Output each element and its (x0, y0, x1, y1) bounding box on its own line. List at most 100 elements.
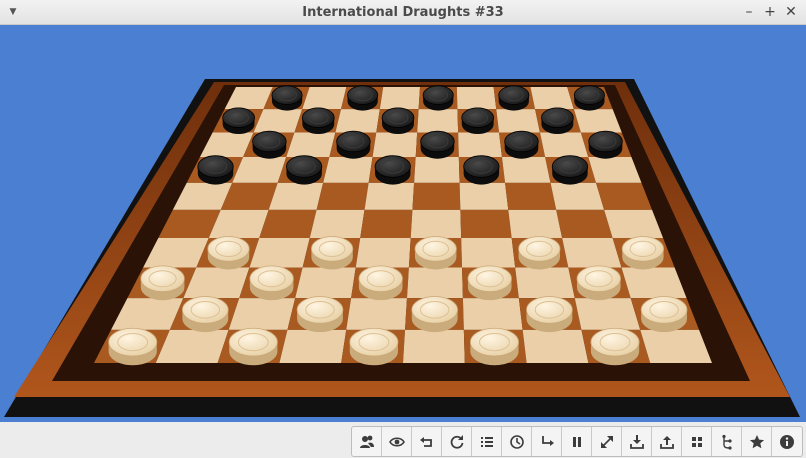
restart-button[interactable] (442, 427, 472, 456)
black-piece (374, 155, 411, 178)
white-piece (140, 265, 185, 293)
white-piece (414, 236, 457, 262)
black-piece (252, 130, 287, 153)
square-8-4[interactable] (346, 298, 407, 330)
info-button[interactable] (772, 427, 802, 456)
black-piece (301, 107, 335, 128)
clock-button[interactable] (502, 427, 532, 456)
board-button[interactable] (682, 427, 712, 456)
players-button[interactable] (352, 427, 382, 456)
square-4-7[interactable] (505, 182, 557, 210)
white-piece (526, 296, 573, 324)
square-1-3[interactable] (335, 109, 380, 133)
square-5-6[interactable] (460, 209, 512, 239)
undo-button[interactable] (412, 427, 442, 456)
black-piece (541, 107, 574, 128)
white-piece (469, 327, 519, 357)
board-icon (691, 436, 702, 447)
square-4-5[interactable] (412, 182, 461, 210)
minimize-icon[interactable]: – (740, 3, 758, 21)
square-4-3[interactable] (316, 182, 369, 210)
square-7-5[interactable] (406, 267, 463, 299)
square-5-3[interactable] (309, 209, 365, 239)
square-4-8[interactable] (550, 182, 605, 210)
black-piece (336, 130, 371, 153)
square-9-7[interactable] (522, 329, 589, 363)
square-5-5[interactable] (410, 209, 462, 239)
export-button[interactable] (652, 427, 682, 456)
players-icon (359, 435, 374, 448)
square-0-8[interactable] (530, 87, 574, 110)
move-list-icon (480, 436, 493, 447)
clock-icon (509, 434, 524, 449)
pause-icon (572, 436, 581, 447)
white-piece (358, 265, 403, 293)
square-5-8[interactable] (556, 209, 613, 239)
black-piece (197, 155, 234, 178)
white-piece (518, 236, 561, 262)
fullscreen-button[interactable] (592, 427, 622, 456)
square-8-6[interactable] (462, 298, 523, 330)
square-5-7[interactable] (508, 209, 563, 239)
square-7-7[interactable] (515, 267, 575, 299)
black-piece (347, 85, 379, 105)
black-piece (381, 107, 415, 128)
import-icon (629, 434, 644, 449)
square-2-6[interactable] (458, 132, 502, 158)
maximize-icon[interactable]: + (761, 3, 779, 21)
tree-button[interactable] (712, 427, 742, 456)
square-7-3[interactable] (295, 267, 356, 299)
square-9-3[interactable] (279, 329, 347, 363)
square-4-2[interactable] (268, 182, 324, 210)
draughts-board[interactable] (0, 25, 806, 422)
undo-icon (419, 436, 432, 447)
import-button[interactable] (622, 427, 652, 456)
square-1-5[interactable] (417, 109, 459, 133)
redo-icon (541, 435, 554, 446)
black-piece (551, 155, 589, 178)
pause-button[interactable] (562, 427, 592, 456)
move-list-button[interactable] (472, 427, 502, 456)
square-0-2[interactable] (302, 87, 347, 110)
info-icon (780, 434, 794, 449)
square-3-5[interactable] (414, 157, 460, 183)
black-piece (422, 85, 454, 105)
tree-icon (721, 434, 732, 450)
square-6-6[interactable] (461, 238, 516, 268)
square-2-2[interactable] (286, 132, 336, 158)
square-0-6[interactable] (456, 87, 497, 110)
game-scene[interactable] (0, 25, 806, 422)
black-piece (420, 130, 455, 153)
square-6-8[interactable] (562, 238, 622, 268)
redo-button[interactable] (532, 427, 562, 456)
square-5-2[interactable] (259, 209, 317, 239)
black-piece (504, 130, 539, 153)
favorite-button[interactable] (742, 427, 772, 456)
square-9-5[interactable] (403, 329, 465, 363)
close-icon[interactable]: ✕ (782, 3, 800, 21)
square-8-8[interactable] (574, 298, 641, 330)
square-0-4[interactable] (379, 87, 420, 110)
white-piece (310, 236, 354, 262)
star-icon (749, 434, 764, 448)
white-piece (349, 327, 399, 357)
square-2-4[interactable] (372, 132, 418, 158)
square-4-4[interactable] (364, 182, 415, 210)
white-piece (296, 296, 344, 324)
square-2-8[interactable] (539, 132, 589, 158)
white-piece (181, 296, 229, 324)
white-piece (467, 265, 512, 293)
square-3-3[interactable] (323, 157, 373, 183)
black-piece (271, 85, 303, 105)
square-6-2[interactable] (249, 238, 310, 268)
white-piece (249, 265, 294, 293)
view-button[interactable] (382, 427, 412, 456)
square-8-2[interactable] (228, 298, 296, 330)
square-6-4[interactable] (355, 238, 411, 268)
square-5-4[interactable] (360, 209, 413, 239)
square-1-7[interactable] (496, 109, 540, 133)
square-4-6[interactable] (459, 182, 509, 210)
white-piece (590, 327, 640, 357)
restart-icon (450, 434, 463, 449)
square-3-7[interactable] (501, 157, 551, 183)
